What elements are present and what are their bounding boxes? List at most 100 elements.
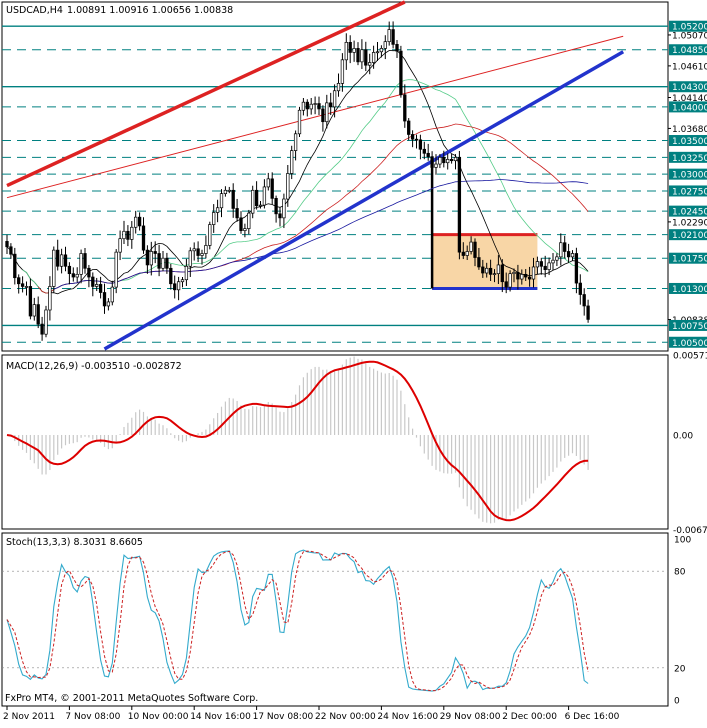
- candle-body: [336, 83, 341, 92]
- candle-body: [508, 273, 512, 288]
- stoch-axis-label-2: 20: [674, 664, 686, 674]
- price-label-text: 1.02750: [672, 187, 707, 197]
- candle-52: [208, 221, 212, 250]
- candle-body: [239, 217, 243, 231]
- candle-body: [368, 62, 372, 66]
- candle-body: [290, 150, 294, 174]
- candle-body: [453, 156, 458, 162]
- candle-body: [258, 204, 263, 207]
- candle-body: [360, 49, 364, 63]
- time-label-4: 17 Nov 08:00: [253, 712, 314, 722]
- candle-body: [9, 246, 13, 255]
- candle-body: [134, 216, 138, 228]
- candle-body: [87, 267, 91, 278]
- price-label-10: 1.03000: [669, 168, 707, 181]
- candle-body: [126, 230, 130, 240]
- stochastic-panel[interactable]: [1, 532, 669, 707]
- candle-body: [145, 249, 150, 266]
- price-label-15: 1.01750: [669, 252, 707, 265]
- candle-body: [543, 265, 547, 270]
- candle-body: [383, 41, 387, 49]
- candle-body: [329, 102, 333, 108]
- candle-body: [578, 282, 582, 295]
- candle-body: [278, 213, 282, 219]
- candle-body: [531, 266, 536, 280]
- candle-body: [180, 279, 185, 283]
- candle-body: [527, 276, 532, 280]
- candle-body: [504, 281, 508, 288]
- candle-body: [98, 284, 103, 293]
- candle-body: [555, 256, 559, 261]
- candle-body: [106, 301, 111, 307]
- candle-body: [403, 94, 407, 122]
- candle-body: [309, 103, 313, 110]
- candle-body: [223, 189, 228, 194]
- candle-body: [293, 133, 298, 151]
- candle-body: [173, 283, 177, 291]
- chart-canvas[interactable]: 1.052001.050701.048501.046101.043001.041…: [0, 0, 707, 723]
- candle-body: [274, 198, 278, 215]
- candle-body: [574, 253, 579, 284]
- candle-body: [563, 242, 567, 252]
- candle-body: [63, 254, 68, 267]
- price-label-18: 1.00750: [669, 319, 707, 332]
- candle-body: [469, 241, 473, 252]
- candle-body: [512, 271, 516, 275]
- candle-116: [457, 150, 462, 260]
- price-label-text: 1.03000: [672, 171, 707, 181]
- candle-body: [356, 48, 360, 63]
- candle-body: [286, 173, 290, 200]
- candle-body: [36, 304, 40, 325]
- candle-body: [215, 207, 220, 213]
- price-label-3: 1.04610: [668, 62, 707, 72]
- stoch-axis-label-3: 0: [674, 697, 680, 707]
- candle-body: [422, 148, 426, 154]
- candle-body: [379, 48, 384, 53]
- price-label-text: 1.03500: [672, 137, 707, 147]
- time-label-5: 22 Nov 00:00: [315, 712, 376, 722]
- macd-axis-label-1: 0.00: [673, 431, 693, 441]
- candle-body: [44, 309, 48, 335]
- candle-body: [20, 283, 25, 287]
- price-label-13: 1.02290: [668, 218, 707, 228]
- price-label-1: 1.05070: [668, 31, 707, 41]
- candle-body: [488, 267, 493, 275]
- price-label-text: 1.05070: [672, 31, 707, 41]
- candle-body: [586, 305, 590, 320]
- candle-body: [477, 257, 481, 268]
- main-price-panel[interactable]: [1, 1, 669, 352]
- candle-body: [551, 259, 555, 264]
- time-label-0: 2 Nov 2011: [3, 712, 55, 722]
- candle-body: [344, 41, 348, 61]
- candle-body: [40, 323, 44, 335]
- candle-body: [227, 189, 231, 192]
- price-label-9: 1.03250: [669, 151, 707, 164]
- price-label-text: 1.03250: [672, 154, 707, 164]
- candle-body: [547, 262, 551, 270]
- candle-body: [79, 253, 83, 275]
- candle-body: [59, 254, 64, 267]
- price-label-text: 1.00750: [672, 322, 707, 332]
- candle-body: [313, 103, 317, 105]
- candle-body: [430, 156, 434, 168]
- time-label-3: 14 Nov 16:00: [190, 712, 251, 722]
- candle-body: [48, 286, 52, 311]
- candle-body: [262, 186, 267, 206]
- candle-body: [387, 29, 391, 43]
- stoch-axis-label-1: 80: [674, 568, 686, 578]
- candle-body: [535, 261, 540, 268]
- candle-body: [485, 267, 489, 274]
- footer-copyright: FxPro MT4, © 2001-2011 MetaQuotes Softwa…: [5, 693, 258, 704]
- candle-body: [348, 41, 352, 53]
- candle-body: [297, 109, 302, 135]
- candle-body: [325, 102, 329, 123]
- candle-body: [321, 108, 325, 123]
- candle-body: [364, 49, 368, 66]
- price-label-text: 1.04000: [672, 103, 707, 113]
- candle-body: [418, 139, 423, 150]
- candle-body: [122, 230, 126, 240]
- candle-body: [481, 266, 485, 274]
- candle-body: [75, 273, 79, 278]
- candle-body: [161, 257, 165, 269]
- candle-body: [410, 134, 415, 140]
